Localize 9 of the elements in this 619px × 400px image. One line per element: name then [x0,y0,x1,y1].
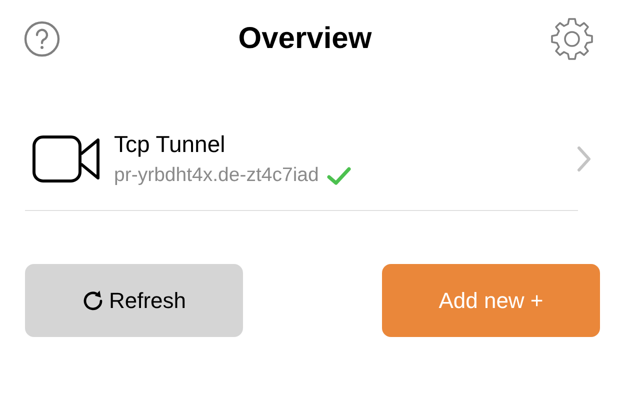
refresh-button[interactable]: Refresh [25,264,243,337]
tunnel-name: Tcp Tunnel [114,131,226,158]
help-icon[interactable] [24,21,60,57]
tunnel-address: pr-yrbdht4x.de-zt4c7iad [114,164,319,187]
chevron-right-icon [577,146,591,172]
settings-icon[interactable] [550,17,594,61]
video-camera-icon [32,135,102,183]
page-title: Overview [238,22,372,56]
tunnel-row[interactable]: Tcp Tunnel pr-yrbdht4x.de-zt4c7iad [32,114,591,204]
